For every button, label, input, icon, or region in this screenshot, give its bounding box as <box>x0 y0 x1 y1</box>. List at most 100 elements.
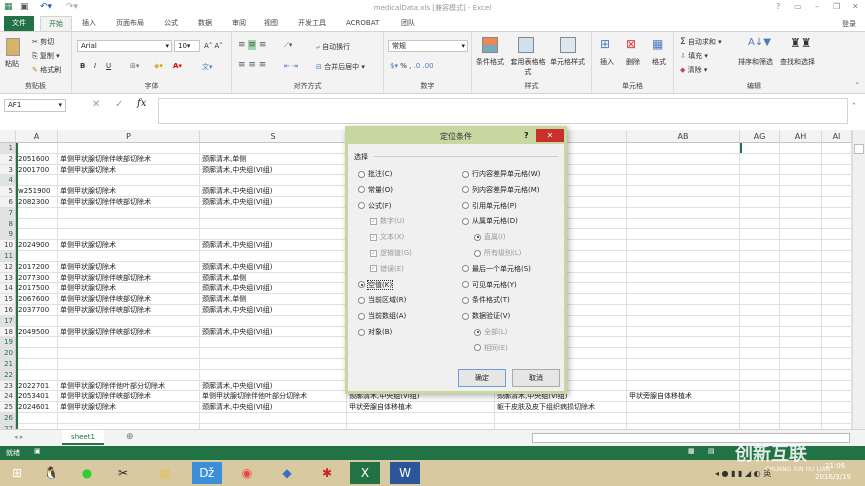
cell[interactable] <box>627 413 740 423</box>
cell[interactable] <box>58 251 200 261</box>
tab-view[interactable]: 视图 <box>256 16 286 31</box>
confirm-entry-icon[interactable]: ✓ <box>115 99 123 110</box>
cell[interactable]: 颈廓清术,中央组(VI组) <box>200 326 347 337</box>
cell[interactable] <box>627 175 740 186</box>
cell[interactable]: 2049500 <box>16 326 58 337</box>
cell[interactable] <box>627 229 740 240</box>
cell[interactable]: 甲状旁腺自体移植术 <box>347 402 495 412</box>
cell[interactable]: 2051600 <box>16 153 58 164</box>
page-layout-view-icon[interactable]: ▤ <box>708 447 715 455</box>
radio-option[interactable]: 公式(F) <box>358 201 392 211</box>
cell[interactable] <box>780 315 822 326</box>
cell[interactable] <box>780 153 822 164</box>
cell[interactable] <box>200 175 347 186</box>
cell[interactable] <box>780 272 822 283</box>
row-header[interactable]: 11 <box>0 251 16 261</box>
cell[interactable] <box>740 251 780 261</box>
cell[interactable]: 2001700 <box>16 164 58 175</box>
dialog-help-button[interactable]: ? <box>524 131 529 140</box>
cell[interactable] <box>16 251 58 261</box>
cell[interactable]: 2017500 <box>16 283 58 294</box>
wrap-text-button[interactable]: ⤶ 自动换行 <box>316 42 350 52</box>
row-header[interactable]: 10 <box>0 240 16 250</box>
cell[interactable] <box>200 143 347 153</box>
fill-button[interactable]: ⇩ 填充 ▾ <box>680 51 708 61</box>
cell[interactable] <box>780 218 822 229</box>
cell[interactable] <box>740 153 780 164</box>
row-header[interactable]: 17 <box>0 315 16 326</box>
cancel-entry-icon[interactable]: ✕ <box>92 99 100 110</box>
cell[interactable]: 单侧甲状腺切除术 <box>58 261 200 272</box>
cell[interactable] <box>58 207 200 218</box>
cell-style-button[interactable]: 单元格样式 <box>550 57 585 67</box>
cell[interactable] <box>200 369 347 380</box>
cell[interactable] <box>780 186 822 196</box>
cell[interactable] <box>780 143 822 153</box>
cell[interactable] <box>58 143 200 153</box>
row-header[interactable]: 13 <box>0 272 16 283</box>
cell[interactable] <box>16 348 58 358</box>
radio-option[interactable]: 条件格式(T) <box>462 295 510 305</box>
cell[interactable] <box>822 305 852 315</box>
cell[interactable] <box>740 164 780 175</box>
cell[interactable] <box>740 272 780 283</box>
vertical-align-icons[interactable]: ≡ ≡ ≡ <box>238 40 266 50</box>
cell[interactable] <box>822 348 852 358</box>
row-header[interactable]: 20 <box>0 348 16 358</box>
minimize-icon[interactable]: – <box>815 2 819 11</box>
cell[interactable]: 颈廓清术,单侧 <box>200 272 347 283</box>
font-color-icon[interactable]: A▾ <box>173 62 182 70</box>
close-icon[interactable]: ✕ <box>852 2 859 11</box>
delete-button[interactable]: 删除 <box>626 57 640 67</box>
cell[interactable] <box>58 218 200 229</box>
cell[interactable] <box>627 337 740 348</box>
cell[interactable] <box>740 240 780 250</box>
cell[interactable] <box>780 164 822 175</box>
cell[interactable]: 颈廓清术,中央组(VI组) <box>200 164 347 175</box>
cell[interactable] <box>822 413 852 423</box>
cell[interactable]: 颈廓清术,中央组(VI组) <box>200 283 347 294</box>
cell[interactable] <box>627 197 740 207</box>
cell[interactable] <box>627 272 740 283</box>
cell[interactable] <box>16 369 58 380</box>
row-header[interactable]: 22 <box>0 369 16 380</box>
formula-input[interactable] <box>158 98 848 124</box>
radio-option[interactable]: 行内容差异单元格(W) <box>462 169 540 179</box>
windows-start-icon[interactable]: ⊞ <box>2 462 32 484</box>
cell[interactable] <box>780 348 822 358</box>
row-header[interactable]: 1 <box>0 143 16 153</box>
dialog-close-button[interactable]: ✕ <box>536 129 564 142</box>
cell[interactable] <box>780 413 822 423</box>
cell[interactable] <box>822 197 852 207</box>
cell[interactable] <box>780 175 822 186</box>
row-header[interactable]: 5 <box>0 186 16 196</box>
cell[interactable] <box>740 305 780 315</box>
radio-option[interactable]: 引用单元格(P) <box>462 201 517 211</box>
cell[interactable] <box>58 229 200 240</box>
qq-icon[interactable]: 🐧 <box>36 462 66 484</box>
row-header[interactable]: 8 <box>0 218 16 229</box>
cut-button[interactable]: ✂ 剪切 <box>32 37 54 47</box>
cell[interactable] <box>740 337 780 348</box>
phonetic-icon[interactable]: 文▾ <box>202 62 213 72</box>
tab-review[interactable]: 审阅 <box>224 16 254 31</box>
cell[interactable]: 2024601 <box>16 402 58 412</box>
wechat-icon[interactable]: ● <box>72 462 102 484</box>
cell[interactable] <box>627 283 740 294</box>
cell[interactable] <box>16 175 58 186</box>
radio-option[interactable]: 数据验证(V) <box>462 311 510 321</box>
row-header[interactable]: 2 <box>0 153 16 164</box>
cell[interactable] <box>780 207 822 218</box>
cell[interactable]: 单侧甲状腺切除术 <box>58 283 200 294</box>
radio-option[interactable]: 可见单元格(Y) <box>462 280 517 290</box>
row-header[interactable]: 23 <box>0 380 16 391</box>
conditional-format-button[interactable]: 条件格式 <box>476 57 504 67</box>
tool-icon[interactable]: ✂ <box>108 462 138 484</box>
cell[interactable] <box>627 261 740 272</box>
row-header[interactable]: 14 <box>0 283 16 294</box>
cell[interactable] <box>740 218 780 229</box>
file-explorer-icon[interactable]: ▤ <box>150 462 180 484</box>
orientation-icon[interactable]: ⟋▾ <box>284 41 292 50</box>
cell[interactable] <box>627 369 740 380</box>
cell[interactable] <box>740 380 780 391</box>
